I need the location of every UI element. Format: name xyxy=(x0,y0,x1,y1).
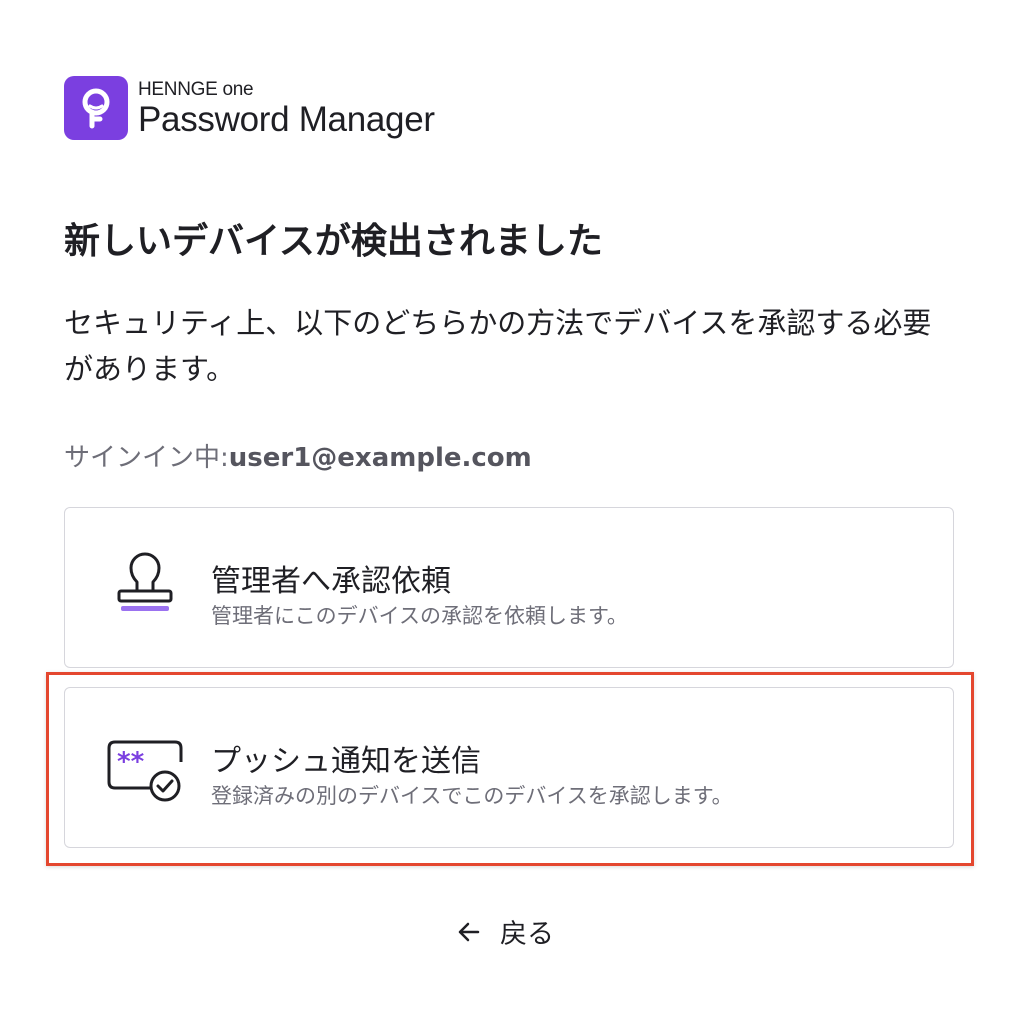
key-logo-icon xyxy=(64,76,128,140)
request-admin-approval-option[interactable]: 管理者へ承認依頼 管理者にこのデバイスの承認を依頼します。 xyxy=(64,507,954,668)
product-name: Password Manager xyxy=(138,99,435,139)
back-label: 戻る xyxy=(500,919,554,950)
app-logo: HENNGE one Password Manager xyxy=(64,76,435,140)
svg-text:**: ** xyxy=(117,747,145,777)
page-title: 新しいデバイスが検出されました xyxy=(64,221,603,262)
stamp-icon xyxy=(105,546,185,626)
signed-in-info: サインイン中:user1@example.com xyxy=(64,437,532,474)
brand-name: HENNGE one xyxy=(138,78,254,100)
option-title: 管理者へ承認依頼 xyxy=(211,564,451,599)
push-notification-icon: ** xyxy=(105,726,185,806)
option-description: 管理者にこのデバイスの承認を依頼します。 xyxy=(211,604,628,628)
send-push-notification-option[interactable]: ** プッシュ通知を送信 登録済みの別のデバイスでこのデバイスを承認します。 xyxy=(64,687,954,848)
option-description: 登録済みの別のデバイスでこのデバイスを承認します。 xyxy=(211,784,733,808)
option-title: プッシュ通知を送信 xyxy=(211,744,481,779)
page-description: セキュリティ上、以下のどちらかの方法でデバイスを承認する必要があります。 xyxy=(64,306,932,386)
back-button[interactable]: 戻る xyxy=(456,912,554,951)
arrow-left-icon xyxy=(458,922,480,941)
signed-in-email: user1@example.com xyxy=(228,443,532,473)
signed-in-label: サインイン中: xyxy=(64,443,229,473)
